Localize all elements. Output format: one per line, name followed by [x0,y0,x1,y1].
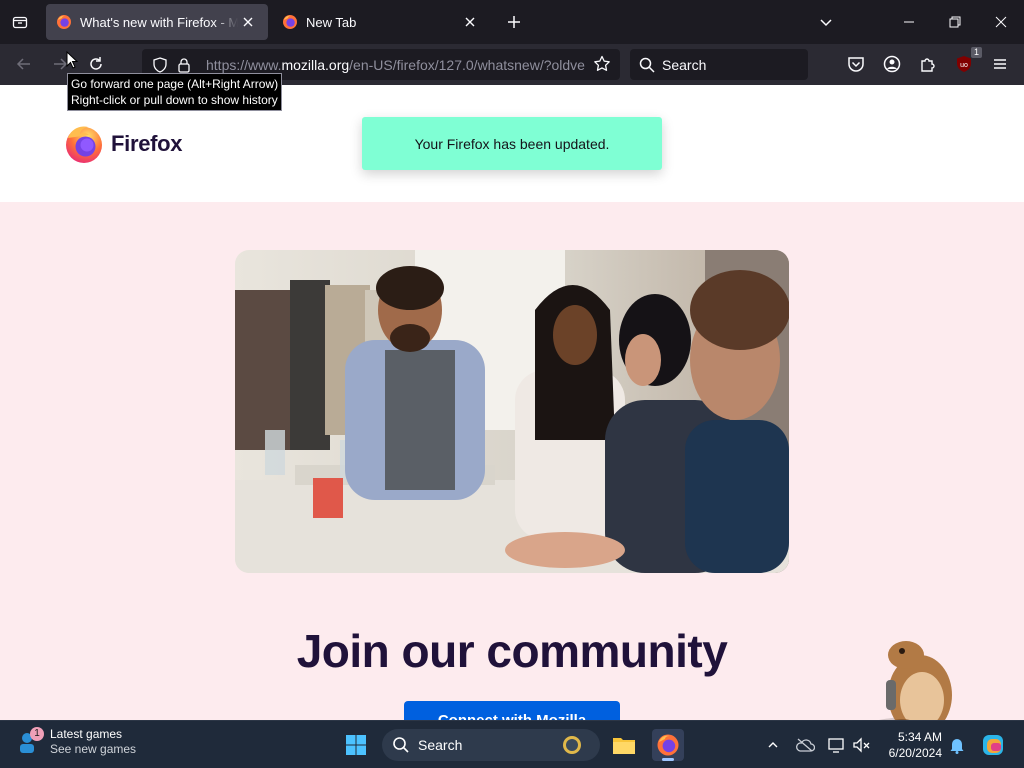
list-all-tabs-chevron-icon[interactable] [814,10,838,34]
search-placeholder: Search [662,56,707,73]
extensions-puzzle-icon[interactable] [914,50,942,78]
tab-title: New Tab [306,14,357,30]
url-text[interactable]: https://www.mozilla.org/en-US/firefox/12… [206,57,586,73]
update-notification-text: Your Firefox has been updated. [414,135,610,152]
ublock-origin-icon[interactable]: uo 1 [950,47,982,78]
back-arrow-icon[interactable] [10,50,38,78]
firefox-taskbar-icon[interactable] [652,729,684,761]
file-explorer-icon[interactable] [608,729,640,761]
account-icon[interactable] [878,50,906,78]
tooltip-line-1: Go forward one page (Alt+Right Arrow) [71,77,279,91]
system-clock[interactable]: 5:34 AM 6/20/2024 [880,729,942,761]
close-window-icon[interactable] [987,8,1015,36]
widgets-icon: 1 [14,727,44,755]
community-meeting-photo [235,250,789,573]
widget-subtitle: See new games [50,742,137,756]
ublock-count-badge: 1 [970,47,982,58]
update-notification: Your Firefox has been updated. [362,117,662,170]
taskbar-search-label: Search [418,737,463,753]
firefox-favicon-icon [283,15,297,29]
windows-taskbar: 1 Latest games See new games Search 5:34… [0,720,1024,768]
volume-muted-icon[interactable] [851,734,873,756]
svg-text:uo: uo [960,62,968,69]
search-bar[interactable]: Search [630,49,808,80]
tab-title: What's new with Firefox - More [80,14,238,30]
hamster-pet-icon [879,641,952,720]
show-hidden-icons-chevron-icon[interactable] [762,734,784,756]
firefox-logo-icon [66,126,102,163]
tab-new-tab[interactable]: New Tab [272,4,490,40]
taskbar-search[interactable]: Search [382,729,600,761]
firefox-logo[interactable]: Firefox [64,124,183,164]
copilot-icon[interactable] [980,732,1006,758]
close-tab-icon[interactable] [238,12,258,32]
widget-title: Latest games [50,727,123,741]
tooltip-line-2: Right-click or pull down to show history [71,93,278,107]
pocket-icon[interactable] [842,50,870,78]
tab-strip: What's new with Firefox - More New Tab [0,0,1024,44]
forward-button-tooltip: Go forward one page (Alt+Right Arrow) Ri… [67,73,283,111]
new-tab-plus-icon[interactable] [502,10,526,34]
connect-with-mozilla-button[interactable]: Connect with Mozilla [404,701,620,720]
minimize-window-icon[interactable] [895,8,923,36]
widgets-badge: 1 [30,727,44,741]
notification-bell-icon[interactable] [946,734,968,756]
tab-whats-new[interactable]: What's new with Firefox - More [46,4,268,40]
tab-list-icon[interactable] [6,8,34,36]
onedrive-cloud-icon[interactable] [794,734,816,756]
clock-time: 5:34 AM [897,730,942,744]
restore-window-icon[interactable] [941,8,969,36]
windows-start-icon[interactable] [340,729,372,761]
search-icon [393,737,409,753]
bookmark-star-icon[interactable] [590,52,614,76]
close-tab-icon[interactable] [460,12,480,32]
firefox-favicon-icon [57,15,71,29]
widgets-button[interactable]: 1 Latest games See new games [14,727,136,757]
search-highlight-icon [563,736,581,754]
search-icon [638,56,656,74]
hamburger-menu-icon[interactable] [986,50,1014,78]
firefox-wordmark: Firefox [111,131,183,156]
mouse-cursor-icon [66,51,78,69]
web-page: Firefox Your Firefox has been updated. J… [0,85,1024,720]
clock-date: 6/20/2024 [888,746,942,760]
network-icon[interactable] [826,734,848,756]
